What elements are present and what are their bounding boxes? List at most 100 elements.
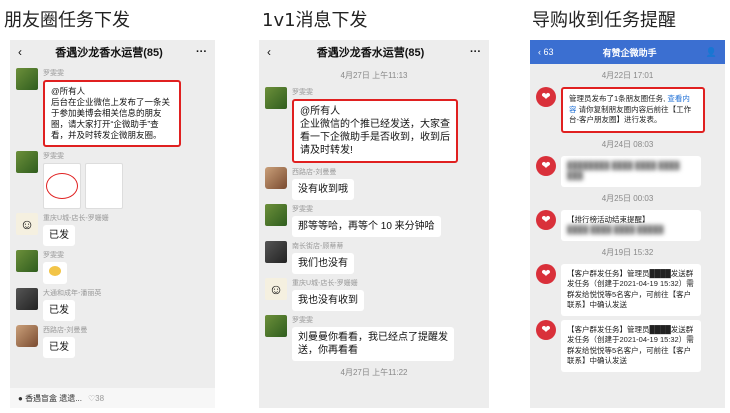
timestamp: 4月27日 上午11:22 — [340, 368, 408, 377]
group-send-task-card[interactable]: 【客户群发任务】管理员████发送群发任务（创建于2021-04-19 15:3… — [561, 263, 701, 316]
message-row: ❤ 管理员发布了1条朋友圈任务, 查看内容 请你复制朋友圈内容后前往【工作台-客… — [536, 87, 719, 133]
screenshot-image[interactable] — [43, 163, 81, 210]
message-row: 罗雯雯 — [16, 250, 209, 285]
record-icon: ● — [18, 393, 26, 403]
message-row: 西路店-刘曼曼 已发 — [16, 325, 209, 359]
timestamp: 4月24日 08:03 — [601, 139, 654, 149]
avatar — [265, 241, 287, 263]
message-row: 罗雯雯 @所有人 后台在企业微信上发布了一条关于参加美博会相关信息的朋友圈，请大… — [16, 68, 209, 148]
message-row: 罗雯雯 刘曼曼你看看，我已经点了提醒发送，你再看看 — [265, 315, 483, 361]
timestamp: 4月22日 17:01 — [601, 71, 654, 80]
blurred-card[interactable]: ████████ ████ ████ ████ ███ — [561, 155, 701, 187]
avatar: ☺ — [265, 278, 287, 300]
avatar — [16, 68, 38, 90]
like-icon: ♡ — [87, 393, 96, 403]
back-icon[interactable]: ‹ — [18, 45, 22, 59]
chat-header: ‹ 香遇沙龙香水运营(85) ··· — [259, 40, 489, 64]
message-bubble: 已发 — [43, 337, 75, 359]
chat-title: 香遇沙龙香水运营(85) — [316, 47, 425, 59]
sender-name: 罗雯雯 — [292, 206, 313, 213]
title-guide-reminder: 导购收到任务提醒 — [532, 10, 676, 31]
timestamp: 4月19日 15:32 — [601, 247, 654, 257]
avatar — [265, 315, 287, 337]
sticker-bubble — [43, 262, 67, 285]
moments-task-card[interactable]: 管理员发布了1条朋友圈任务, 查看内容 请你复制朋友圈内容后前往【工作台-客户朋… — [561, 87, 705, 133]
phone-group-chat-2: ‹ 香遇沙龙香水运营(85) ··· 4月27日 上午11:13 罗雯雯 @所有… — [259, 40, 489, 408]
phone-group-chat-1: ‹ 香遇沙龙香水运营(85) ··· 罗雯雯 @所有人 后台在企业微信上发布了一… — [10, 40, 215, 408]
avatar — [16, 151, 38, 174]
blurred-text: ████████ ████ ████ ████ ███ — [567, 160, 680, 181]
assistant-header: ‹ 63 有赞企微助手 👤 — [530, 40, 725, 64]
bottom-bar[interactable]: ● 香遇盲盒 遗遗... ♡ 38 — [10, 388, 215, 408]
message-bubble: 刘曼曼你看看，我已经点了提醒发送，你再看看 — [292, 327, 454, 361]
back-button[interactable]: ‹ 63 — [538, 47, 554, 57]
title-1v1-message: 1v1消息下发 — [262, 10, 368, 31]
message-row: 南长街店-顾蒂蒂 我们也没有 — [265, 241, 483, 274]
chat-title: 香遇沙龙香水运营(85) — [55, 47, 163, 59]
highlight-circle — [46, 173, 78, 200]
assistant-avatar-icon: ❤ — [536, 263, 556, 284]
sender-name: 罗雯雯 — [292, 317, 313, 324]
leaderboard-card[interactable]: 【排行榜活动结束提醒】 ████ ████ ████ █████ — [561, 209, 701, 241]
message-row: ☺ 重庆U城-店长-罗姗姗 我也没有收到 — [265, 278, 483, 311]
blurred-text: ████ ████ ████ █████ — [567, 225, 664, 234]
message-row: 罗雯雯 — [16, 151, 209, 210]
more-icon[interactable]: ··· — [196, 46, 207, 58]
assistant-title: 有赞企微助手 — [602, 47, 657, 58]
message-bubble: 已发 — [43, 300, 75, 322]
like-count: 38 — [95, 393, 105, 403]
message-bubble: 那等等哈，再等个 10 来分钟哈 — [292, 216, 441, 237]
sender-name: 重庆U城-店长-罗姗姗 — [292, 280, 358, 287]
sender-name: 南长街店-顾蒂蒂 — [292, 243, 344, 250]
sender-name: 罗雯雯 — [43, 70, 64, 77]
assistant-avatar-icon: ❤ — [536, 319, 556, 340]
avatar — [265, 167, 287, 189]
more-icon[interactable]: ··· — [470, 46, 481, 58]
phone-assistant-chat: ‹ 63 有赞企微助手 👤 4月22日 17:01 ❤ 管理员发布了1条朋友圈任… — [530, 40, 725, 408]
sender-name: 罗雯雯 — [43, 252, 64, 260]
assistant-avatar-icon: ❤ — [536, 155, 556, 176]
message-row: 西路店-刘曼曼 没有收到哦 — [265, 167, 483, 200]
message-row: ❤ 【排行榜活动结束提醒】 ████ ████ ████ █████ — [536, 209, 719, 241]
sender-name: 西路店-刘曼曼 — [292, 169, 337, 176]
back-icon[interactable]: ‹ — [267, 45, 271, 59]
bottom-bar-label: 香遇盲盒 遗遗... — [25, 393, 82, 403]
avatar — [265, 204, 287, 226]
avatar — [16, 250, 38, 273]
avatar — [16, 325, 38, 348]
message-bubble: 我们也没有 — [292, 253, 354, 274]
card-text: 管理员发布了1条朋友圈任务 — [569, 94, 664, 103]
announcement-bubble: @所有人 企业微信的个推已经发送，大家查看一下企微助手是否收到，收到后请及时转发… — [292, 99, 458, 163]
sender-name: 重庆U城-店长-罗姗姗 — [43, 215, 109, 223]
sender-name: 西路店-刘曼曼 — [43, 327, 88, 335]
sticker-icon — [49, 266, 61, 277]
message-bubble: 已发 — [43, 225, 75, 247]
card-heading: 【排行榜活动结束提醒】 — [567, 214, 650, 224]
avatar — [265, 87, 287, 109]
screenshot-image[interactable] — [85, 163, 123, 210]
group-send-task-card[interactable]: 【客户群发任务】管理员████发送群发任务（创建于2021-04-19 15:3… — [561, 319, 701, 372]
timestamp: 4月25日 00:03 — [601, 193, 654, 203]
message-row: 大通和成年-潘丽英 已发 — [16, 288, 209, 322]
sender-name: 大通和成年-潘丽英 — [43, 290, 102, 298]
message-row: 罗雯雯 @所有人 企业微信的个推已经发送，大家查看一下企微助手是否收到，收到后请… — [265, 87, 483, 163]
chat-header: ‹ 香遇沙龙香水运营(85) ··· — [10, 40, 215, 64]
message-row: ❤ ████████ ████ ████ ████ ███ — [536, 155, 719, 187]
card-text: 请你复制朋友圈内容后前往【工作台-客户朋友圈】进行发表。 — [569, 104, 692, 125]
avatar — [16, 288, 38, 311]
message-row: 罗雯雯 那等等哈，再等个 10 来分钟哈 — [265, 204, 483, 237]
message-row: ❤ 【客户群发任务】管理员████发送群发任务（创建于2021-04-19 15… — [536, 263, 719, 316]
message-bubble: 没有收到哦 — [292, 179, 354, 200]
announcement-bubble: @所有人 后台在企业微信上发布了一条关于参加美博会相关信息的朋友圈，请大家打开“… — [43, 80, 181, 148]
sender-name: 罗雯雯 — [292, 89, 313, 96]
timestamp: 4月27日 上午11:13 — [340, 71, 408, 80]
message-bubble: 我也没有收到 — [292, 290, 364, 311]
assistant-avatar-icon: ❤ — [536, 209, 556, 230]
sender-name: 罗雯雯 — [43, 153, 64, 161]
title-moments-task: 朋友圈任务下发 — [4, 10, 130, 31]
message-row: ❤ 【客户群发任务】管理员████发送群发任务（创建于2021-04-19 15… — [536, 319, 719, 372]
profile-icon[interactable]: 👤 — [706, 47, 717, 58]
avatar: ☺ — [16, 213, 38, 236]
message-row: ☺ 重庆U城-店长-罗姗姗 已发 — [16, 213, 209, 247]
assistant-avatar-icon: ❤ — [536, 87, 556, 107]
